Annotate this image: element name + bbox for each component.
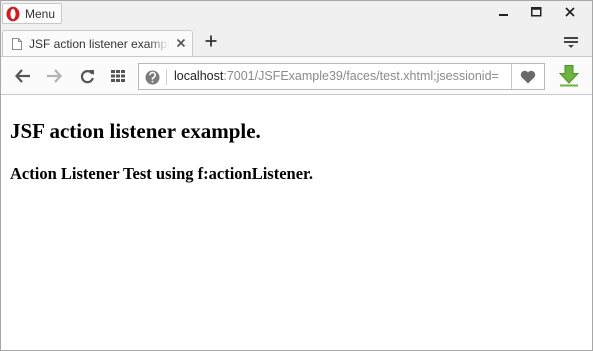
plus-icon <box>205 35 217 47</box>
title-bar: Menu <box>1 1 592 28</box>
forward-button[interactable] <box>44 66 64 86</box>
download-button[interactable] <box>558 64 580 88</box>
bookmark-button[interactable] <box>511 64 544 89</box>
page-heading: JSF action listener example. <box>10 119 261 143</box>
maximize-icon <box>530 7 541 17</box>
close-button[interactable] <box>554 1 586 23</box>
back-button[interactable] <box>13 66 33 86</box>
maximize-button[interactable] <box>520 1 552 23</box>
tab-close-icon[interactable] <box>176 38 186 48</box>
reload-button[interactable] <box>77 66 97 86</box>
page-subheading: Action Listener Test using f:actionListe… <box>10 164 313 183</box>
page-viewport: JSF action listener example. Action List… <box>1 95 592 350</box>
download-arrow-icon <box>559 65 579 87</box>
address-separator <box>166 69 167 85</box>
address-bar[interactable]: localhost:7001/JSFExample39/faces/test.x… <box>138 63 545 90</box>
reload-icon <box>80 69 94 83</box>
back-arrow-icon <box>15 69 30 83</box>
menu-label: Menu <box>25 6 56 21</box>
new-tab-button[interactable] <box>202 32 220 50</box>
heart-icon <box>520 70 536 83</box>
url-host: localhost <box>174 69 224 83</box>
url-path: :7001/JSFExample39/faces/test.xhtml;jses… <box>223 69 499 83</box>
site-info-icon[interactable] <box>145 70 160 85</box>
url-text[interactable]: localhost:7001/JSFExample39/faces/test.x… <box>174 69 510 85</box>
grid-icon <box>111 70 125 82</box>
navigation-toolbar: localhost:7001/JSFExample39/faces/test.x… <box>1 56 592 95</box>
minimize-button[interactable] <box>488 1 520 23</box>
speed-dial-button[interactable] <box>108 66 128 86</box>
tab-strip: JSF action listener example. <box>1 28 592 56</box>
document-icon <box>12 37 22 50</box>
menu-button[interactable]: Menu <box>2 3 62 24</box>
opera-logo-icon <box>5 6 21 22</box>
minimize-icon <box>499 14 508 16</box>
tab-menu-icon[interactable] <box>564 36 578 48</box>
tab-title: JSF action listener example. <box>29 36 169 51</box>
tab-active[interactable]: JSF action listener example. <box>2 30 193 56</box>
forward-arrow-icon <box>47 69 62 83</box>
close-icon <box>565 7 575 17</box>
browser-window: Menu JSF action listener example. localh… <box>0 0 593 351</box>
